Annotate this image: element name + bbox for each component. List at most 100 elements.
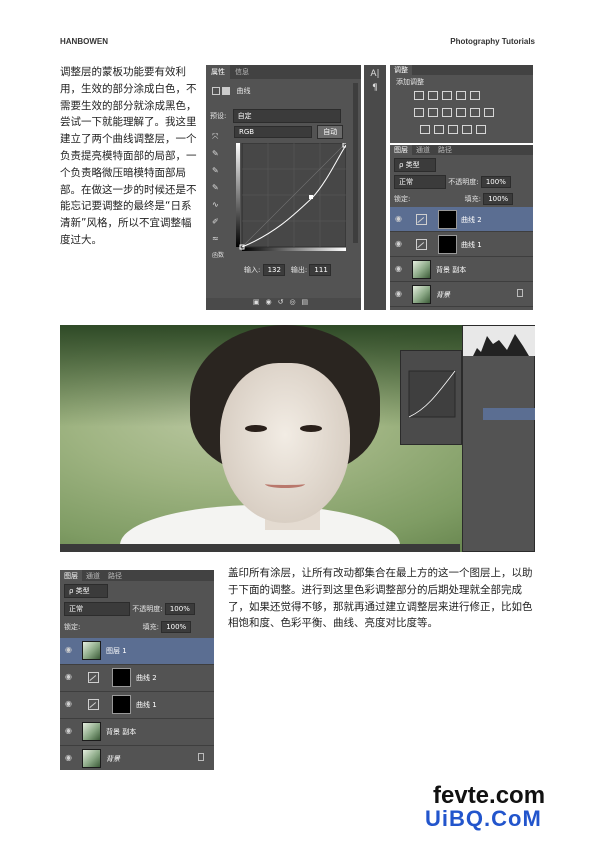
auto-button[interactable]: 自动 [317, 125, 344, 139]
eye-icon[interactable]: ◉ [64, 753, 73, 762]
layer-name: 曲线 1 [136, 701, 157, 709]
paragraph-icon[interactable]: ¶ [364, 83, 386, 93]
point-tool-icon[interactable]: ⤧ [212, 128, 224, 145]
output-label: 输出: [290, 266, 308, 274]
layer-row[interactable]: ◉ 背景 副本 [390, 257, 533, 282]
photo-filter-icon[interactable] [456, 108, 466, 117]
layer-name: 图层 1 [106, 647, 127, 655]
channel-dropdown[interactable]: RGB [234, 126, 312, 138]
eyedropper-black-icon[interactable]: ✎ [212, 145, 224, 162]
tab-channels[interactable]: 通道 [412, 145, 434, 155]
brightness-icon[interactable] [414, 91, 424, 100]
eye-icon[interactable]: ◉ [394, 214, 403, 223]
blend-mode-select[interactable]: 正常 [64, 602, 130, 616]
layer-name: 曲线 2 [461, 216, 482, 224]
opacity-field[interactable]: 100% [164, 603, 195, 615]
clip-icon[interactable]: ▣ [253, 298, 266, 306]
lookup-icon[interactable] [484, 108, 494, 117]
eye-icon[interactable]: ◉ [64, 699, 73, 708]
mask-thumbnail [112, 695, 131, 714]
intro-paragraph: 调整层的蒙板功能要有效利用，生效的部分涂成白色，不需要生效的部分就涂成黑色，尝试… [60, 66, 197, 246]
section-header: Photography Tutorials [450, 37, 535, 46]
character-icon[interactable]: A| [364, 69, 386, 79]
eyedropper-white-icon[interactable]: ✎ [212, 179, 224, 196]
eye-icon[interactable]: ◉ [64, 672, 73, 681]
tab-paths[interactable]: 路径 [434, 145, 456, 155]
kind-filter[interactable]: ρ 类型 [394, 158, 436, 172]
curves-layer-icon [88, 699, 99, 710]
posterize-icon[interactable] [434, 125, 444, 134]
model-eye-left [245, 425, 267, 432]
eye-icon[interactable]: ◉ [64, 726, 73, 735]
layer-name: 曲线 2 [136, 674, 157, 682]
gradient-map-icon[interactable] [462, 125, 472, 134]
adjustment-icons-row3 [418, 125, 488, 136]
adjustments-panel: 调整 添加调整 [390, 65, 533, 143]
preset-label: 预设: [210, 112, 227, 120]
layer-list-top: ◉ 曲线 2 ◉ 曲线 1 ◉ 背景 副本 ◉ 背景 [390, 207, 533, 310]
eyedropper-gray-icon[interactable]: ✎ [212, 162, 224, 179]
model-face [220, 363, 350, 523]
balance-icon[interactable] [428, 108, 438, 117]
opacity-field[interactable]: 100% [480, 176, 511, 188]
layer-row[interactable]: ◉ 曲线 1 [390, 232, 533, 257]
layer-row[interactable]: ◉ 曲线 2 [390, 207, 533, 232]
mask-thumbnail [438, 235, 457, 254]
blend-mode-select[interactable]: 正常 [394, 175, 446, 189]
tab-layers[interactable]: 图层 [60, 570, 82, 582]
eye-icon[interactable]: ◉ [394, 239, 403, 248]
layer-row[interactable]: ◉ 图层 1 [60, 638, 214, 665]
kind-filter[interactable]: ρ 类型 [64, 584, 108, 598]
layer-row[interactable]: ◉ 背景 副本 [60, 719, 214, 746]
tab-adjustments[interactable]: 调整 [390, 65, 412, 75]
curve-tools: ⤧ ✎ ✎ ✎ ∿ ✐ ≈ 函数 [212, 128, 224, 264]
trash-icon[interactable]: ▤ [302, 298, 315, 306]
selective-color-icon[interactable] [476, 125, 486, 134]
threshold-icon[interactable] [448, 125, 458, 134]
site-watermark-bottom: UiBQ.CoM [425, 806, 542, 831]
lock-icon [198, 753, 204, 761]
tab-channels[interactable]: 通道 [82, 570, 104, 582]
tab-properties[interactable]: 属性 [206, 65, 230, 79]
fill-label: 填充: [142, 623, 159, 631]
layer-row[interactable]: ◉ 背景 [390, 282, 533, 307]
curves-icon [212, 87, 220, 95]
tab-paths[interactable]: 路径 [104, 570, 126, 582]
closing-paragraph: 盖印所有涂层，让所有改动都集合在最上方的这一个图层上，以助于下面的调整。进行到这… [228, 567, 533, 630]
brand-header: HANBOWEN [60, 37, 108, 46]
layer-row[interactable]: ◉ 背景 [60, 746, 214, 770]
layers-panel-bottom: 图层 通道 路径 ρ 类型 正常 不透明度: 100% 锁定: 填充: 100% ◉… [60, 570, 214, 770]
preset-dropdown[interactable]: 自定 [232, 109, 341, 123]
adjustment-icons-row1 [412, 91, 482, 102]
eye-icon[interactable]: ◉ [394, 264, 403, 273]
tab-info[interactable]: 信息 [230, 65, 254, 79]
visibility-icon[interactable]: ◎ [289, 298, 301, 306]
hue-icon[interactable] [414, 108, 424, 117]
levels-icon[interactable] [428, 91, 438, 100]
properties-scrollbar[interactable] [353, 83, 358, 243]
exposure-icon[interactable] [456, 91, 466, 100]
reset-icon[interactable]: ↺ [278, 298, 290, 306]
eye-icon[interactable]: ◉ [64, 645, 73, 654]
eye-icon[interactable]: ◉ [394, 289, 403, 298]
view-icon[interactable]: ◉ [265, 298, 277, 306]
bw-icon[interactable] [442, 108, 452, 117]
tab-layers[interactable]: 图层 [390, 145, 412, 155]
input-field[interactable]: 132 [262, 264, 285, 276]
smooth-icon[interactable]: ≈ [212, 230, 224, 247]
invert-icon[interactable] [420, 125, 430, 134]
vibrance-icon[interactable] [470, 91, 480, 100]
output-field[interactable]: 111 [309, 264, 332, 276]
layer-thumbnail [412, 260, 431, 279]
curves-adj-icon[interactable] [442, 91, 452, 100]
layer-row[interactable]: ◉ 曲线 2 [60, 665, 214, 692]
layer-name: 背景 副本 [436, 266, 467, 274]
pencil-icon[interactable]: ✐ [212, 213, 224, 230]
layer-row[interactable]: ◉ 曲线 1 [60, 692, 214, 719]
fill-field[interactable]: 100% [483, 193, 514, 205]
fill-field[interactable]: 100% [161, 621, 192, 633]
mixer-icon[interactable] [470, 108, 480, 117]
tool-strip: A| ¶ [364, 65, 386, 310]
curve-graph[interactable] [236, 143, 346, 253]
curve-edit-icon[interactable]: ∿ [212, 196, 224, 213]
